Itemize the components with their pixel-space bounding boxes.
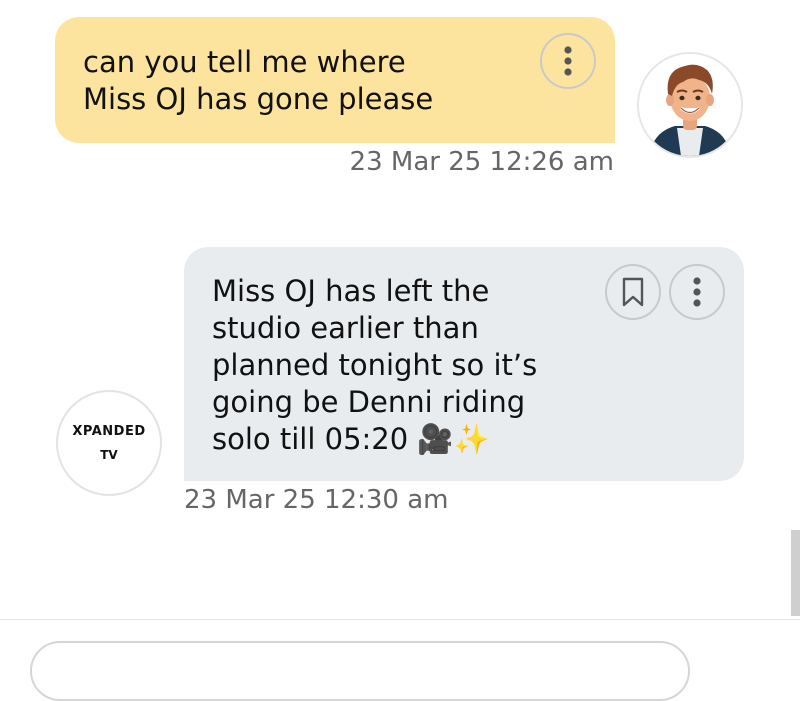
- user-avatar[interactable]: [637, 52, 743, 158]
- user-message-text: can you tell me where Miss OJ has gone p…: [83, 45, 434, 116]
- user-message-more-button[interactable]: [540, 33, 596, 89]
- more-options-icon: [564, 46, 572, 76]
- scrollbar-thumb[interactable]: [791, 530, 800, 616]
- bot-message-timestamp: 23 Mar 25 12:30 am: [184, 485, 449, 515]
- message-input[interactable]: [30, 641, 690, 701]
- composer-divider: [0, 619, 800, 620]
- bot-avatar-logo-line1: XPANDED: [72, 423, 146, 439]
- bot-message-text: Miss OJ has left the studio earlier than…: [212, 274, 538, 456]
- bot-message-bookmark-button[interactable]: [605, 264, 661, 320]
- more-options-icon: [693, 277, 701, 307]
- bot-message-bubble: Miss OJ has left the studio earlier than…: [184, 247, 744, 481]
- bot-avatar-logo-line2: TV: [100, 447, 118, 462]
- bot-avatar[interactable]: XPANDED TV: [56, 390, 162, 496]
- user-avatar-illustration: [639, 54, 741, 156]
- user-message-timestamp: 23 Mar 25 12:26 am: [349, 147, 614, 177]
- bookmark-icon: [622, 277, 644, 307]
- user-message-bubble: can you tell me where Miss OJ has gone p…: [55, 17, 615, 143]
- bot-message-more-button[interactable]: [669, 264, 725, 320]
